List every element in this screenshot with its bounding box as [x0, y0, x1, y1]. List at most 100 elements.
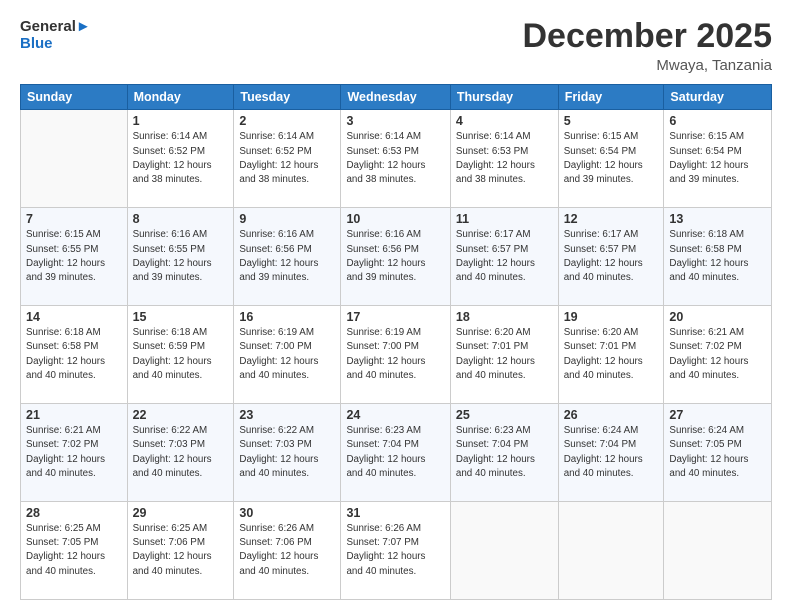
day-number: 19: [564, 310, 659, 324]
day-info: Sunrise: 6:22 AM Sunset: 7:03 PM Dayligh…: [239, 424, 335, 481]
col-sunday: Sunday: [21, 85, 128, 110]
day-number: 17: [346, 310, 444, 324]
day-number: 2: [239, 114, 335, 128]
table-row: 6Sunrise: 6:15 AM Sunset: 6:54 PM Daylig…: [664, 110, 772, 208]
day-number: 29: [133, 506, 229, 520]
calendar-week-2: 7Sunrise: 6:15 AM Sunset: 6:55 PM Daylig…: [21, 208, 772, 306]
day-number: 31: [346, 506, 444, 520]
table-row: 20Sunrise: 6:21 AM Sunset: 7:02 PM Dayli…: [664, 306, 772, 404]
month-title: December 2025: [522, 18, 772, 55]
day-info: Sunrise: 6:18 AM Sunset: 6:58 PM Dayligh…: [669, 228, 766, 285]
day-info: Sunrise: 6:25 AM Sunset: 7:05 PM Dayligh…: [26, 522, 122, 579]
day-info: Sunrise: 6:25 AM Sunset: 7:06 PM Dayligh…: [133, 522, 229, 579]
table-row: 8 Sunrise: 6:16 AM Sunset: 6:55 PM Daylig…: [127, 208, 234, 306]
table-row: 27 Sunrise: 6:24 AM Sunset: 7:05 PM Dayli…: [664, 404, 772, 502]
day-number: 9: [239, 212, 335, 226]
day-info: Sunrise: 6:24 AM Sunset: 7:04 PM Dayligh…: [564, 424, 659, 481]
col-wednesday: Wednesday: [341, 85, 450, 110]
logo-text: General► Blue: [20, 18, 91, 53]
table-row: [450, 502, 558, 600]
table-row: 13 Sunrise: 6:18 AM Sunset: 6:58 PM Dayli…: [664, 208, 772, 306]
day-info: Sunrise: 6:17 AM Sunset: 6:57 PM Dayligh…: [456, 228, 553, 285]
calendar-week-1: 1 Sunrise: 6:14 AM Sunset: 6:52 PM Daylig…: [21, 110, 772, 208]
day-number: 30: [239, 506, 335, 520]
col-monday: Monday: [127, 85, 234, 110]
day-number: 4: [456, 114, 553, 128]
day-info: Sunrise: 6:15 AM Sunset: 6:55 PM Dayligh…: [26, 228, 122, 285]
day-number: 15: [133, 310, 229, 324]
table-row: 10 Sunrise: 6:16 AM Sunset: 6:56 PM Dayli…: [341, 208, 450, 306]
col-thursday: Thursday: [450, 85, 558, 110]
day-number: 28: [26, 506, 122, 520]
table-row: 25Sunrise: 6:23 AM Sunset: 7:04 PM Dayli…: [450, 404, 558, 502]
day-info: Sunrise: 6:24 AM Sunset: 7:05 PM Dayligh…: [669, 424, 766, 481]
day-number: 10: [346, 212, 444, 226]
day-number: 3: [346, 114, 444, 128]
table-row: 29 Sunrise: 6:25 AM Sunset: 7:06 PM Dayli…: [127, 502, 234, 600]
day-info: Sunrise: 6:19 AM Sunset: 7:00 PM Dayligh…: [239, 326, 335, 383]
day-info: Sunrise: 6:22 AM Sunset: 7:03 PM Dayligh…: [133, 424, 229, 481]
table-row: 17 Sunrise: 6:19 AM Sunset: 7:00 PM Dayli…: [341, 306, 450, 404]
day-number: 5: [564, 114, 659, 128]
title-block: December 2025 Mwaya, Tanzania: [522, 18, 772, 74]
day-info: Sunrise: 6:16 AM Sunset: 6:55 PM Dayligh…: [133, 228, 229, 285]
day-number: 11: [456, 212, 553, 226]
table-row: 23 Sunrise: 6:22 AM Sunset: 7:03 PM Dayli…: [234, 404, 341, 502]
table-row: 7Sunrise: 6:15 AM Sunset: 6:55 PM Daylig…: [21, 208, 128, 306]
day-number: 12: [564, 212, 659, 226]
day-info: Sunrise: 6:18 AM Sunset: 6:59 PM Dayligh…: [133, 326, 229, 383]
day-info: Sunrise: 6:21 AM Sunset: 7:02 PM Dayligh…: [26, 424, 122, 481]
table-row: 12 Sunrise: 6:17 AM Sunset: 6:57 PM Dayli…: [558, 208, 664, 306]
day-info: Sunrise: 6:21 AM Sunset: 7:02 PM Dayligh…: [669, 326, 766, 383]
day-info: Sunrise: 6:20 AM Sunset: 7:01 PM Dayligh…: [564, 326, 659, 383]
day-number: 21: [26, 408, 122, 422]
day-info: Sunrise: 6:14 AM Sunset: 6:52 PM Dayligh…: [133, 130, 229, 187]
day-info: Sunrise: 6:14 AM Sunset: 6:53 PM Dayligh…: [456, 130, 553, 187]
table-row: 19 Sunrise: 6:20 AM Sunset: 7:01 PM Dayli…: [558, 306, 664, 404]
table-row: 5 Sunrise: 6:15 AM Sunset: 6:54 PM Daylig…: [558, 110, 664, 208]
table-row: 31Sunrise: 6:26 AM Sunset: 7:07 PM Dayli…: [341, 502, 450, 600]
day-number: 8: [133, 212, 229, 226]
calendar-week-3: 14Sunrise: 6:18 AM Sunset: 6:58 PM Dayli…: [21, 306, 772, 404]
col-saturday: Saturday: [664, 85, 772, 110]
day-number: 23: [239, 408, 335, 422]
day-info: Sunrise: 6:16 AM Sunset: 6:56 PM Dayligh…: [239, 228, 335, 285]
table-row: 9 Sunrise: 6:16 AM Sunset: 6:56 PM Daylig…: [234, 208, 341, 306]
calendar-header-row: Sunday Monday Tuesday Wednesday Thursday…: [21, 85, 772, 110]
day-info: Sunrise: 6:17 AM Sunset: 6:57 PM Dayligh…: [564, 228, 659, 285]
table-row: 4 Sunrise: 6:14 AM Sunset: 6:53 PM Daylig…: [450, 110, 558, 208]
day-number: 18: [456, 310, 553, 324]
table-row: 11 Sunrise: 6:17 AM Sunset: 6:57 PM Dayli…: [450, 208, 558, 306]
day-number: 27: [669, 408, 766, 422]
day-number: 14: [26, 310, 122, 324]
table-row: 18 Sunrise: 6:20 AM Sunset: 7:01 PM Dayli…: [450, 306, 558, 404]
day-number: 26: [564, 408, 659, 422]
calendar-table: Sunday Monday Tuesday Wednesday Thursday…: [20, 84, 772, 600]
table-row: 2 Sunrise: 6:14 AM Sunset: 6:52 PM Daylig…: [234, 110, 341, 208]
day-info: Sunrise: 6:19 AM Sunset: 7:00 PM Dayligh…: [346, 326, 444, 383]
table-row: 30 Sunrise: 6:26 AM Sunset: 7:06 PM Dayli…: [234, 502, 341, 600]
day-info: Sunrise: 6:14 AM Sunset: 6:52 PM Dayligh…: [239, 130, 335, 187]
day-info: Sunrise: 6:26 AM Sunset: 7:06 PM Dayligh…: [239, 522, 335, 579]
table-row: 1 Sunrise: 6:14 AM Sunset: 6:52 PM Daylig…: [127, 110, 234, 208]
day-info: Sunrise: 6:15 AM Sunset: 6:54 PM Dayligh…: [564, 130, 659, 187]
day-info: Sunrise: 6:16 AM Sunset: 6:56 PM Dayligh…: [346, 228, 444, 285]
table-row: 24Sunrise: 6:23 AM Sunset: 7:04 PM Dayli…: [341, 404, 450, 502]
table-row: 15 Sunrise: 6:18 AM Sunset: 6:59 PM Dayli…: [127, 306, 234, 404]
table-row: 21 Sunrise: 6:21 AM Sunset: 7:02 PM Dayli…: [21, 404, 128, 502]
day-number: 22: [133, 408, 229, 422]
col-tuesday: Tuesday: [234, 85, 341, 110]
day-number: 13: [669, 212, 766, 226]
day-number: 16: [239, 310, 335, 324]
day-number: 1: [133, 114, 229, 128]
day-info: Sunrise: 6:15 AM Sunset: 6:54 PM Dayligh…: [669, 130, 766, 187]
table-row: 14Sunrise: 6:18 AM Sunset: 6:58 PM Dayli…: [21, 306, 128, 404]
day-info: Sunrise: 6:20 AM Sunset: 7:01 PM Dayligh…: [456, 326, 553, 383]
table-row: 22 Sunrise: 6:22 AM Sunset: 7:03 PM Dayli…: [127, 404, 234, 502]
day-info: Sunrise: 6:23 AM Sunset: 7:04 PM Dayligh…: [456, 424, 553, 481]
page: General► Blue December 2025 Mwaya, Tanza…: [0, 0, 792, 612]
calendar-week-5: 28 Sunrise: 6:25 AM Sunset: 7:05 PM Dayli…: [21, 502, 772, 600]
table-row: [664, 502, 772, 600]
day-number: 24: [346, 408, 444, 422]
day-info: Sunrise: 6:14 AM Sunset: 6:53 PM Dayligh…: [346, 130, 444, 187]
